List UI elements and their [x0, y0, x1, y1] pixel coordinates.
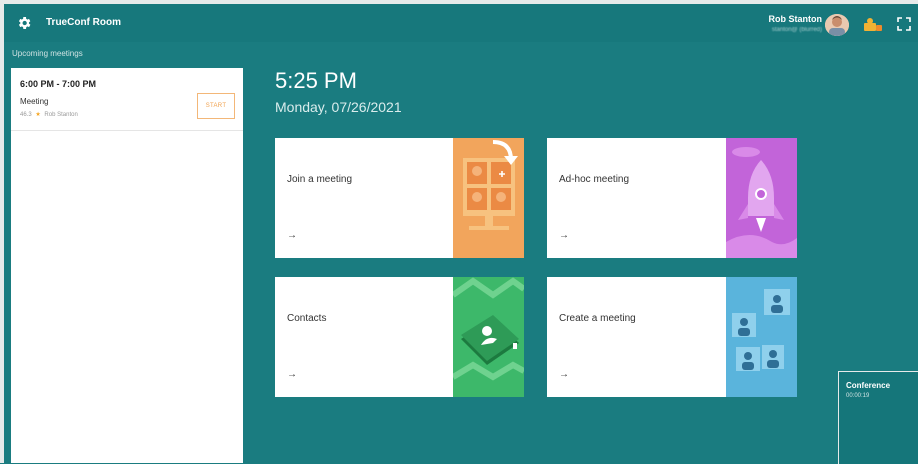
upcoming-meetings-panel: 6:00 PM - 7:00 PM Meeting 46.3 ★ Rob Sta… [11, 68, 243, 463]
tile-label: Contacts [287, 313, 327, 324]
user-name: Rob Stanton [768, 14, 823, 24]
window-edge-left [0, 0, 4, 463]
fullscreen-icon[interactable] [897, 17, 911, 31]
meeting-meta: 46.3 ★ Rob Stanton [20, 111, 78, 118]
conference-duration: 00:00:19 [846, 393, 870, 399]
conference-widget[interactable]: Conference 00:00:19 [838, 371, 918, 464]
puzzle-people-icon [726, 277, 797, 397]
conference-title: Conference [846, 381, 891, 390]
rocket-icon [726, 138, 797, 258]
meeting-title: Meeting [20, 97, 49, 106]
adhoc-meeting-tile[interactable]: Ad-hoc meeting → [547, 138, 797, 258]
meeting-owner: Rob Stanton [44, 112, 78, 118]
arrow-right-icon: → [287, 230, 297, 241]
contacts-book-icon [453, 277, 524, 397]
gear-icon[interactable] [16, 15, 32, 31]
meeting-time: 6:00 PM - 7:00 PM [20, 79, 97, 89]
contacts-tile[interactable]: Contacts → [275, 277, 524, 397]
tile-label: Join a meeting [287, 174, 353, 185]
tile-label: Create a meeting [559, 313, 636, 324]
join-meeting-tile[interactable]: Join a meeting → [275, 138, 524, 258]
user-email: stanton@ (blurred) [771, 27, 822, 33]
video-grid-icon [453, 138, 524, 258]
app-title: TrueConf Room [46, 17, 121, 28]
star-icon: ★ [35, 112, 41, 118]
current-date: Monday, 07/26/2021 [275, 99, 402, 115]
meeting-id: 46.3 [20, 112, 32, 118]
arrow-right-icon: → [287, 369, 297, 380]
start-meeting-button[interactable]: START [197, 93, 235, 119]
create-meeting-tile[interactable]: Create a meeting → [547, 277, 797, 397]
status-icon[interactable] [864, 17, 882, 31]
avatar[interactable] [825, 14, 849, 36]
meeting-card[interactable]: 6:00 PM - 7:00 PM Meeting 46.3 ★ Rob Sta… [11, 68, 243, 131]
tile-label: Ad-hoc meeting [559, 174, 630, 185]
top-bar: TrueConf Room Rob Stanton stanton@ (blur… [4, 4, 918, 42]
upcoming-meetings-heading: Upcoming meetings [12, 49, 83, 58]
arrow-right-icon: → [559, 230, 569, 241]
current-time: 5:25 PM [275, 68, 357, 93]
arrow-right-icon: → [559, 369, 569, 380]
app-window: TrueConf Room Rob Stanton stanton@ (blur… [0, 0, 918, 464]
